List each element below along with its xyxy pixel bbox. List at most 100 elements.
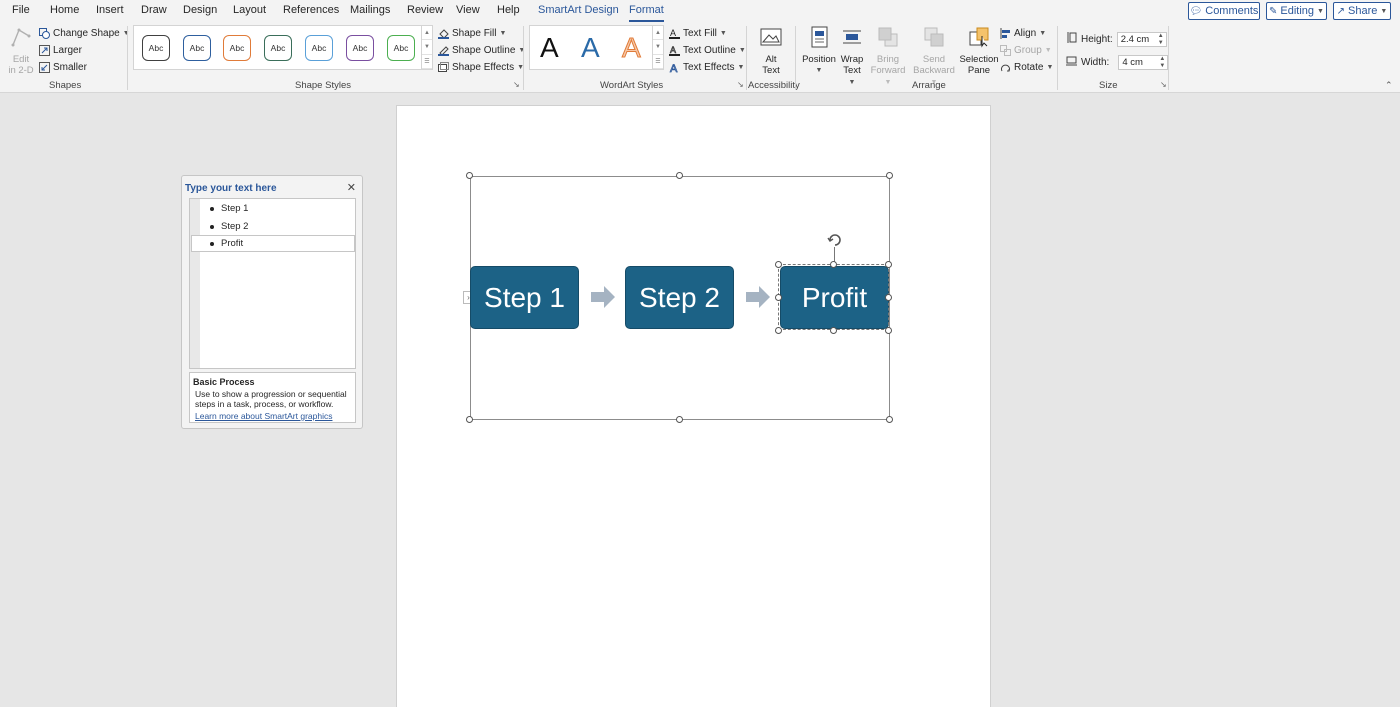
tab-format[interactable]: Format — [629, 4, 664, 22]
tab-help[interactable]: Help — [497, 4, 520, 16]
group-separator — [746, 26, 747, 90]
shape-styles-gallery: Abc Abc Abc Abc Abc Abc Abc ▲ ▼ ☰ — [133, 25, 433, 70]
smaller-icon — [39, 61, 50, 73]
tab-view[interactable]: View — [456, 4, 480, 16]
tab-mailings[interactable]: Mailings — [350, 4, 390, 16]
smaller-button[interactable]: Smaller — [39, 60, 87, 74]
close-icon[interactable]: ✕ — [347, 181, 356, 194]
collapse-ribbon-icon[interactable]: ⌃ — [1385, 80, 1393, 91]
tab-layout[interactable]: Layout — [233, 4, 266, 16]
shape-style-swatch-1[interactable]: Abc — [142, 35, 170, 61]
shape-style-swatch-3[interactable]: Abc — [223, 35, 251, 61]
spinner-icon[interactable]: ▲ ▼ — [1158, 33, 1164, 47]
group-separator — [1057, 26, 1058, 90]
chevron-down-icon: ▼ — [737, 63, 745, 71]
shape-outline-button[interactable]: Shape Outline ▼ — [438, 43, 525, 57]
dialog-launcher-icon[interactable]: ↘ — [1160, 81, 1168, 89]
wordart-style-2[interactable]: A — [581, 32, 600, 64]
rotate-handle-icon[interactable] — [826, 231, 844, 249]
resize-handle[interactable] — [830, 327, 837, 334]
list-item[interactable]: Step 1 — [191, 200, 355, 217]
smartart-shape-step-1[interactable]: Step 1 — [470, 266, 579, 329]
wordart-style-3[interactable]: A — [622, 32, 642, 64]
resize-handle[interactable] — [775, 261, 782, 268]
resize-handle[interactable] — [775, 327, 782, 334]
scroll-up-icon[interactable]: ▲ — [422, 26, 432, 41]
gallery-more-icon[interactable]: ☰ — [653, 55, 663, 69]
tab-home[interactable]: Home — [50, 4, 79, 16]
shape-style-swatch-6[interactable]: Abc — [346, 35, 374, 61]
tab-references[interactable]: References — [283, 4, 339, 16]
text-effects-button[interactable]: A Text Effects ▼ — [669, 60, 745, 75]
wrap-text-button[interactable]: Wrap Text ▼ — [839, 26, 865, 88]
selection-label-1: Selection — [959, 54, 999, 65]
selection-pane-button[interactable]: Selection Pane — [959, 26, 999, 76]
send-backward-button[interactable]: Send Backward ▼ — [911, 26, 957, 88]
wrap-label-1: Wrap — [840, 54, 864, 65]
shape-fill-button[interactable]: Shape Fill ▼ — [438, 26, 506, 40]
dialog-launcher-icon[interactable]: ↘ — [737, 81, 745, 89]
shape-style-swatch-2[interactable]: Abc — [183, 35, 211, 61]
svg-text:A: A — [670, 63, 678, 73]
gallery-scroll: ▲ ▼ ☰ — [652, 26, 663, 69]
larger-button[interactable]: Larger — [39, 43, 82, 57]
height-input[interactable]: 2.4 cm ▲ ▼ — [1116, 31, 1167, 47]
shape-style-swatch-4[interactable]: Abc — [264, 35, 292, 61]
scroll-down-icon[interactable]: ▼ — [653, 40, 663, 55]
change-shape-icon — [39, 27, 50, 39]
learn-more-link[interactable]: Learn more about SmartArt graphics — [193, 411, 352, 421]
resize-handle[interactable] — [676, 172, 683, 179]
edit-in-2d-button[interactable]: Edit in 2-D — [8, 26, 34, 76]
wrap-text-icon — [841, 26, 863, 48]
scroll-down-icon[interactable]: ▼ — [422, 40, 432, 55]
text-outline-button[interactable]: A Text Outline ▼ — [669, 43, 746, 57]
resize-handle[interactable] — [676, 416, 683, 423]
share-button[interactable]: ↗ Share ▼ — [1333, 2, 1391, 20]
change-shape-button[interactable]: Change Shape ▼ — [39, 26, 130, 40]
spinner-icon[interactable]: ▲ ▼ — [1159, 56, 1165, 70]
shape-styles-group-label: Shape Styles — [295, 80, 351, 91]
text-pane-list[interactable]: Step 1 Step 2 Profit — [189, 198, 356, 369]
list-item-selected[interactable]: Profit — [191, 235, 355, 252]
text-fill-button[interactable]: A Text Fill ▼ — [669, 26, 727, 40]
resize-handle[interactable] — [885, 327, 892, 334]
shape-style-swatch-5[interactable]: Abc — [305, 35, 333, 61]
tab-smartart-design[interactable]: SmartArt Design — [538, 4, 619, 16]
alt-text-button[interactable]: Alt Text — [758, 26, 784, 76]
resize-handle[interactable] — [466, 416, 473, 423]
width-input[interactable]: 4 cm ▲ ▼ — [1118, 54, 1169, 70]
group-button[interactable]: Group ▼ — [1000, 43, 1052, 57]
resize-handle[interactable] — [886, 416, 893, 423]
dialog-launcher-icon[interactable]: ↘ — [513, 81, 521, 89]
edit-2d-label-1: Edit — [12, 54, 30, 65]
tab-insert[interactable]: Insert — [96, 4, 124, 16]
list-item[interactable]: Step 2 — [191, 218, 355, 235]
bring-forward-button[interactable]: Bring Forward ▼ — [868, 26, 908, 88]
tab-design[interactable]: Design — [183, 4, 217, 16]
comments-button[interactable]: 💬︎ Comments — [1188, 2, 1260, 20]
editing-mode-button[interactable]: ✎ Editing ▼ — [1266, 2, 1327, 20]
resize-handle[interactable] — [886, 172, 893, 179]
rotate-button[interactable]: Rotate ▼ — [1000, 60, 1053, 74]
resize-handle[interactable] — [830, 261, 837, 268]
group-label: Group — [1014, 44, 1042, 56]
tab-review[interactable]: Review — [407, 4, 443, 16]
width-label: Width: — [1081, 56, 1110, 68]
resize-handle[interactable] — [885, 261, 892, 268]
shape-style-swatch-7[interactable]: Abc — [387, 35, 415, 61]
selected-shape-outline — [778, 264, 889, 330]
gallery-more-icon[interactable]: ☰ — [422, 55, 432, 69]
wordart-style-1[interactable]: A — [540, 32, 559, 64]
shape-effects-button[interactable]: Shape Effects ▼ — [438, 60, 524, 74]
align-button[interactable]: Align ▼ — [1000, 26, 1046, 40]
resize-handle[interactable] — [775, 294, 782, 301]
smartart-shape-step-2[interactable]: Step 2 — [625, 266, 734, 329]
tab-draw[interactable]: Draw — [141, 4, 167, 16]
position-button[interactable]: Position ▼ — [802, 26, 836, 76]
pen-icon — [438, 45, 449, 56]
resize-handle[interactable] — [466, 172, 473, 179]
chevron-down-icon: ▼ — [1046, 63, 1054, 71]
resize-handle[interactable] — [885, 294, 892, 301]
scroll-up-icon[interactable]: ▲ — [653, 26, 663, 41]
tab-file[interactable]: File — [12, 4, 30, 16]
